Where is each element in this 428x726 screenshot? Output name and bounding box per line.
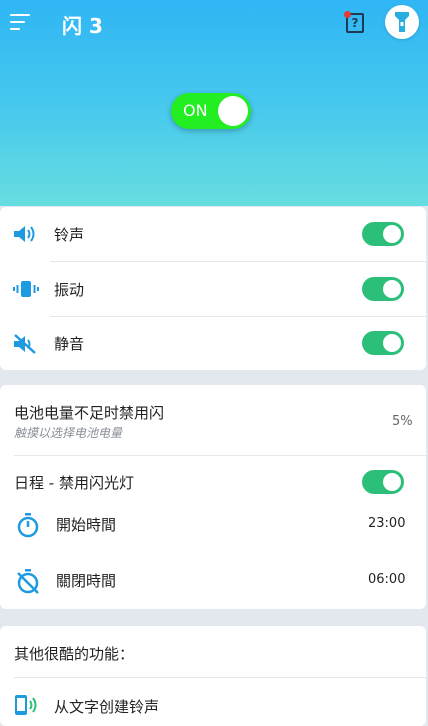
- sound-mode-card: 铃声 振动 静音: [0, 207, 426, 370]
- start-time-row[interactable]: 開始時間 23:00: [0, 496, 426, 550]
- text-ringtone-label: 从文字创建铃声: [54, 698, 160, 716]
- switch-knob: [383, 225, 401, 243]
- mode-row-ring[interactable]: 铃声: [0, 207, 426, 262]
- schedule-switch[interactable]: [362, 470, 404, 494]
- flashlight-button[interactable]: [385, 5, 419, 39]
- battery-subtitle: 触摸以选择电池电量: [14, 426, 123, 440]
- mute-switch[interactable]: [362, 331, 404, 355]
- end-time-row[interactable]: 關閉時間 06:00: [0, 550, 426, 608]
- mode-label-ring: 铃声: [54, 226, 85, 244]
- flashlight-icon: [395, 12, 409, 32]
- switch-knob: [383, 473, 401, 491]
- settings-card: 电池电量不足时禁用闪 触摸以选择电池电量 5% 日程 - 禁用闪光灯 開始時間 …: [0, 385, 426, 609]
- mode-label-vibrate: 振动: [54, 281, 85, 299]
- ring-switch[interactable]: [362, 222, 404, 246]
- extras-card: 其他很酷的功能： 从文字创建铃声: [0, 626, 426, 726]
- start-time-value: 23:00: [368, 516, 406, 531]
- mode-row-mute[interactable]: 静音: [0, 317, 426, 370]
- battery-title: 电池电量不足时禁用闪: [14, 404, 165, 422]
- start-time-label: 開始時間: [56, 516, 117, 534]
- vibrate-icon: [13, 281, 39, 297]
- schedule-row[interactable]: 日程 - 禁用闪光灯: [0, 456, 426, 496]
- schedule-title: 日程 - 禁用闪光灯: [14, 474, 134, 492]
- flash-power-label: ON: [183, 101, 208, 120]
- text-ringtone-row[interactable]: 从文字创建铃声: [0, 678, 426, 726]
- switch-knob: [383, 334, 401, 352]
- switch-knob: [383, 280, 401, 298]
- timer-off-icon: [17, 569, 39, 594]
- end-time-value: 06:00: [368, 572, 406, 587]
- app-header: 闪 3 ? ON: [0, 0, 428, 206]
- menu-icon[interactable]: [10, 12, 32, 32]
- phone-sound-icon: [15, 695, 37, 715]
- stopwatch-icon: [17, 513, 39, 538]
- extras-title: 其他很酷的功能：: [14, 645, 135, 663]
- end-time-label: 關閉時間: [56, 572, 117, 590]
- battery-value: 5%: [392, 414, 413, 429]
- help-book-icon[interactable]: ?: [344, 11, 366, 35]
- flash-power-toggle[interactable]: ON: [171, 93, 251, 129]
- battery-level-row[interactable]: 电池电量不足时禁用闪 触摸以选择电池电量 5%: [0, 385, 426, 455]
- mode-label-mute: 静音: [54, 335, 85, 353]
- app-title: 闪 3: [62, 14, 103, 38]
- vibrate-switch[interactable]: [362, 277, 404, 301]
- toggle-knob: [218, 96, 248, 126]
- mute-icon: [14, 334, 36, 354]
- notification-dot: [344, 11, 351, 18]
- mode-row-vibrate[interactable]: 振动: [0, 262, 426, 317]
- speaker-icon: [14, 226, 35, 242]
